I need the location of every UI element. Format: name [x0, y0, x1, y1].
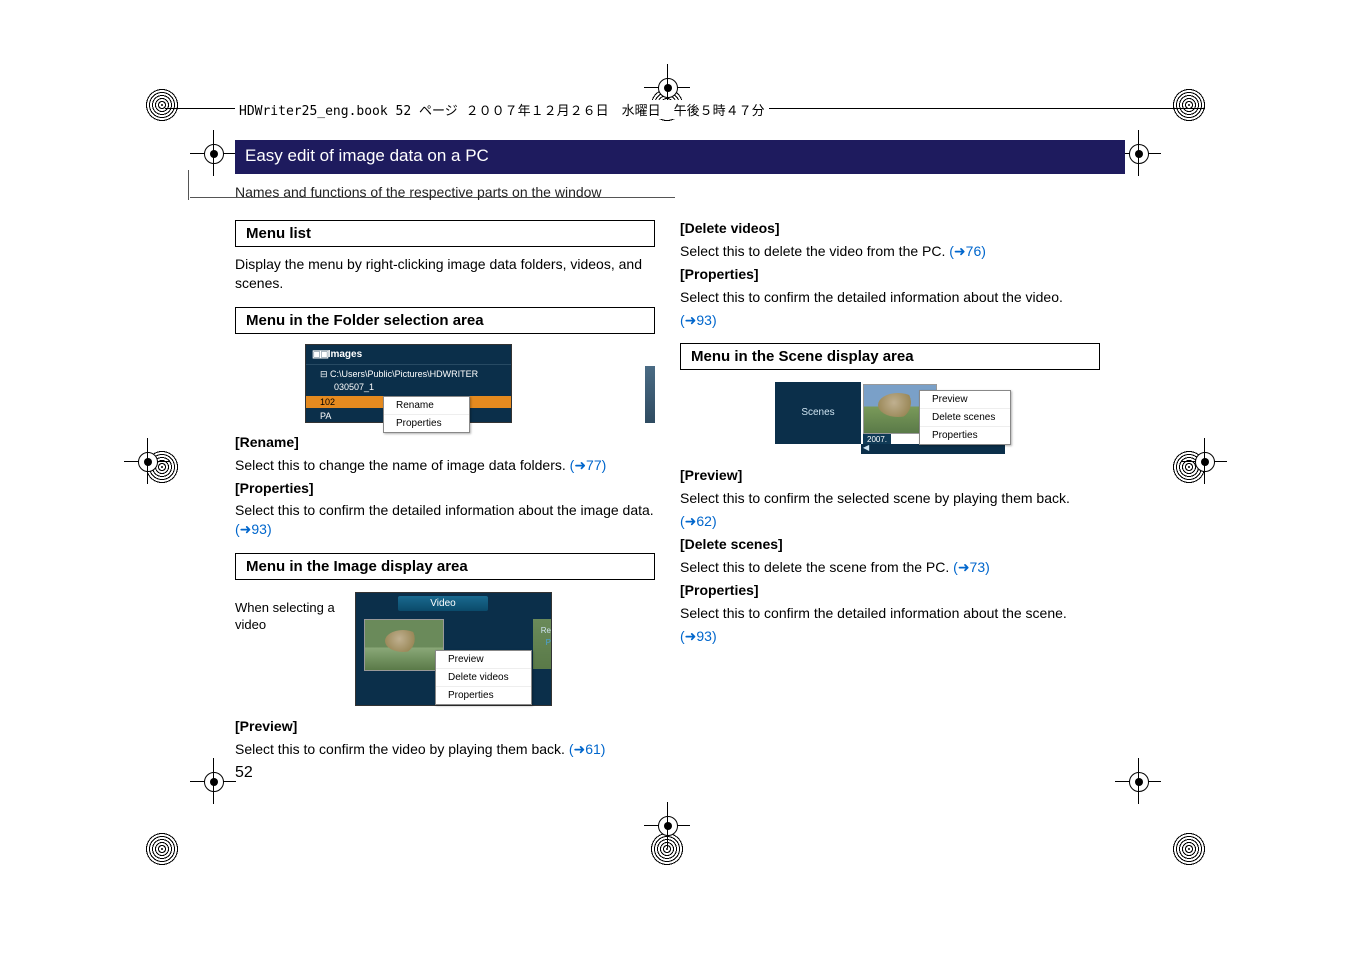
heading-delete-videos: [Delete videos]: [680, 219, 1100, 238]
heading-rename: [Rename]: [235, 433, 655, 452]
figure-folder-selection: Images ⊟ C:\Users\Public\Pictures\HDWRIT…: [235, 344, 655, 423]
register-mark-icon: [124, 438, 170, 484]
menu-list-desc: Display the menu by right-clicking image…: [235, 255, 655, 293]
crop-mark-icon: [145, 88, 179, 122]
scene-scrollbar[interactable]: [861, 444, 1005, 454]
section-menu-list: Menu list: [235, 220, 655, 247]
text-properties-video: Select this to confirm the detailed info…: [680, 288, 1100, 307]
link-ref-77[interactable]: (➜77): [570, 457, 607, 473]
link-ref-93c[interactable]: (➜93): [680, 628, 717, 644]
link-ref-76[interactable]: (➜76): [949, 243, 986, 259]
text-properties-scene-body: Select this to confirm the detailed info…: [680, 605, 1067, 621]
ctx-rename[interactable]: Rename: [384, 397, 469, 415]
subtitle-rule: [188, 170, 189, 200]
folder-subfolder: 030507_1: [320, 382, 505, 392]
register-mark-icon: [190, 130, 236, 176]
video-thumbnail[interactable]: [364, 619, 444, 671]
text-delete-scenes: Select this to delete the scene from the…: [680, 558, 1100, 577]
folder-images-header: Images: [306, 345, 511, 365]
crop-mark-icon: [1172, 832, 1206, 866]
register-mark-icon: [1115, 758, 1161, 804]
scenes-label: Scenes: [775, 382, 861, 444]
ctx-properties[interactable]: Properties: [436, 687, 531, 704]
folder-hl-1: 102: [320, 397, 335, 407]
figure-caption: When selecting a video: [235, 600, 345, 634]
section-scene-area: Menu in the Scene display area: [680, 343, 1100, 370]
text-properties-body: Select this to confirm the detailed info…: [235, 502, 654, 518]
tree-expand-icon: ⊟: [320, 369, 330, 379]
text-delete-videos-body: Select this to delete the video from the…: [680, 243, 949, 259]
figure-image-display: When selecting a video Video Re P Previe…: [235, 592, 655, 707]
text-properties-video-body: Select this to confirm the detailed info…: [680, 289, 1063, 305]
ctx-properties[interactable]: Properties: [384, 415, 469, 432]
page-subtitle: Names and functions of the respective pa…: [235, 184, 602, 200]
text-preview-scene-body: Select this to confirm the selected scen…: [680, 490, 1070, 506]
ctx-properties[interactable]: Properties: [920, 427, 1010, 444]
register-mark-icon: [1181, 438, 1227, 484]
ctx-delete-videos[interactable]: Delete videos: [436, 669, 531, 687]
text-properties-scene: Select this to confirm the detailed info…: [680, 604, 1100, 623]
link-ref-62[interactable]: (➜62): [680, 513, 717, 529]
ctx-preview[interactable]: Preview: [436, 651, 531, 669]
crop-mark-icon: [145, 832, 179, 866]
context-menu-video: Preview Delete videos Properties: [435, 650, 532, 705]
scrollbar[interactable]: [645, 366, 655, 423]
text-preview: Select this to confirm the video by play…: [235, 740, 655, 759]
video-tab[interactable]: Video: [398, 596, 488, 611]
text-rename: Select this to change the name of image …: [235, 456, 655, 475]
context-menu-scene: Preview Delete scenes Properties: [919, 390, 1011, 445]
folder-hl-2: PA: [320, 411, 331, 421]
figure-scene-display: Scenes 2007. Preview Delete scenes Prope…: [775, 382, 1005, 454]
ctx-delete-scenes[interactable]: Delete scenes: [920, 409, 1010, 427]
text-properties: Select this to confirm the detailed info…: [235, 501, 655, 539]
crop-mark-icon: [1172, 88, 1206, 122]
text-delete-videos: Select this to delete the video from the…: [680, 242, 1100, 261]
text-delete-scenes-body: Select this to delete the scene from the…: [680, 559, 953, 575]
heading-properties-scene: [Properties]: [680, 581, 1100, 600]
print-header: HDWriter25_eng.book 52 ページ ２００７年１２月２６日 水…: [235, 100, 769, 119]
link-ref-61[interactable]: (➜61): [569, 741, 606, 757]
register-mark-icon: [644, 802, 690, 848]
video-side-labels: Re P: [537, 625, 551, 649]
text-preview-body: Select this to confirm the video by play…: [235, 741, 569, 757]
link-ref-93b[interactable]: (➜93): [680, 312, 717, 328]
link-ref-93[interactable]: (➜93): [235, 521, 272, 537]
heading-preview-scene: [Preview]: [680, 466, 1100, 485]
heading-delete-scenes: [Delete scenes]: [680, 535, 1100, 554]
section-folder-area: Menu in the Folder selection area: [235, 307, 655, 334]
text-preview-scene: Select this to confirm the selected scen…: [680, 489, 1100, 508]
section-image-area: Menu in the Image display area: [235, 553, 655, 580]
side-label: P: [537, 637, 551, 649]
ctx-preview[interactable]: Preview: [920, 391, 1010, 409]
folder-path: C:\Users\Public\Pictures\HDWRITER: [330, 369, 478, 379]
link-ref-73[interactable]: (➜73): [953, 559, 990, 575]
heading-properties-video: [Properties]: [680, 265, 1100, 284]
context-menu-folder: Rename Properties: [383, 396, 470, 433]
chapter-banner: Easy edit of image data on a PC: [235, 140, 1125, 174]
heading-preview: [Preview]: [235, 717, 655, 736]
register-mark-icon: [190, 758, 236, 804]
folder-tree: ⊟ C:\Users\Public\Pictures\HDWRITER 0305…: [306, 365, 511, 394]
heading-properties: [Properties]: [235, 479, 655, 498]
side-label: Re: [537, 625, 551, 637]
text-rename-body: Select this to change the name of image …: [235, 457, 570, 473]
page-number: 52: [235, 764, 253, 782]
